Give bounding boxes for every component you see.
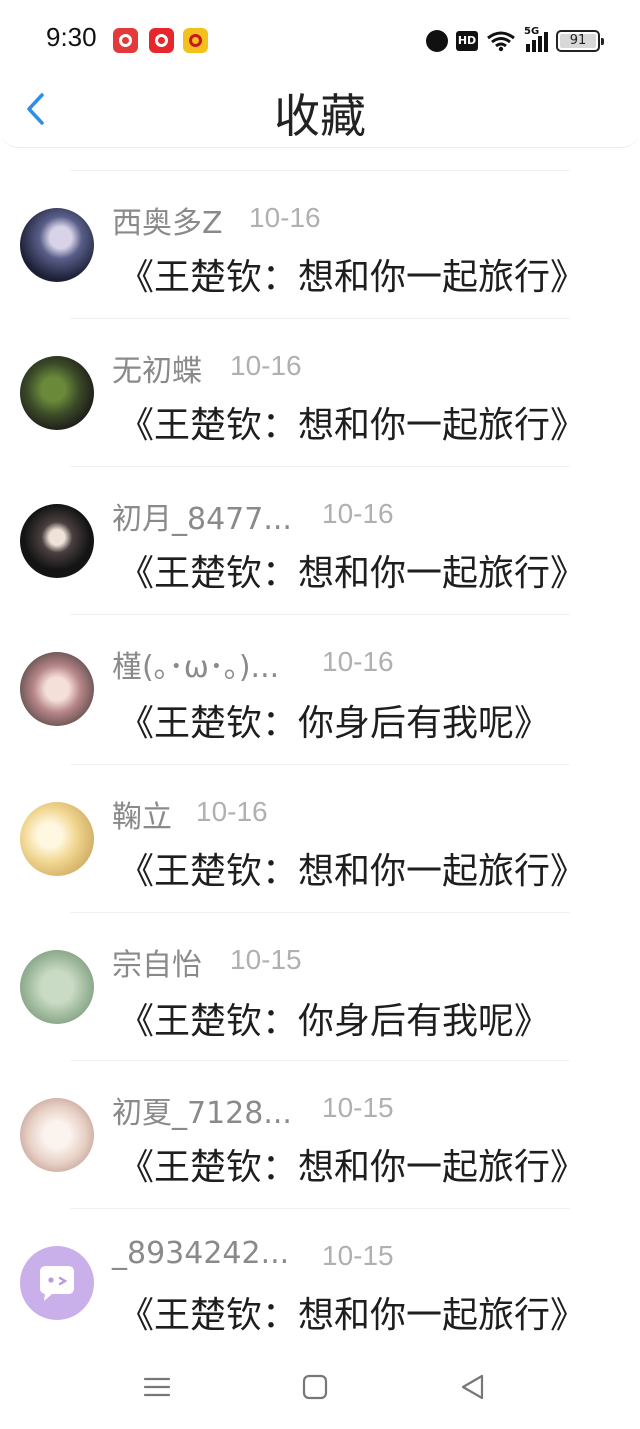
post-date: 10-16 bbox=[322, 646, 394, 677]
status-icons: HD 5G 91 bbox=[426, 26, 604, 54]
triangle-back-icon bbox=[461, 1374, 484, 1400]
list-item[interactable]: 初月_8477... 10-16 《王楚钦：想和你一起旅行》 bbox=[0, 466, 640, 614]
status-time: 9:30 bbox=[46, 22, 97, 52]
list-item[interactable]: 无初蝶 10-16 《王楚钦：想和你一起旅行》 bbox=[0, 318, 640, 466]
avatar[interactable] bbox=[20, 208, 94, 282]
list-item[interactable]: 西奥多Z 10-16 《王楚钦：想和你一起旅行》 bbox=[0, 170, 640, 318]
user-name[interactable]: 槿(｡･ω･｡)... bbox=[112, 642, 279, 686]
post-date: 10-16 bbox=[196, 796, 268, 827]
divider bbox=[70, 912, 570, 913]
divider bbox=[70, 466, 570, 467]
avatar[interactable] bbox=[20, 504, 94, 578]
post-date: 10-16 bbox=[322, 498, 394, 529]
divider bbox=[70, 170, 570, 171]
battery-level: 91 bbox=[569, 33, 587, 48]
avatar[interactable] bbox=[20, 652, 94, 726]
back-nav-button[interactable] bbox=[458, 1372, 488, 1402]
chat-bubble-icon bbox=[40, 1266, 74, 1301]
menu-icon bbox=[143, 1377, 171, 1397]
avatar[interactable] bbox=[20, 356, 94, 430]
status-bar: 9:30 HD 5G 91 bbox=[0, 0, 640, 70]
message-text: 《王楚钦：你身后有我呢》 bbox=[118, 1001, 551, 1042]
post-date: 10-15 bbox=[322, 1240, 394, 1271]
hd-icon: HD bbox=[456, 31, 478, 51]
list-item[interactable]: 鞠立 10-16 《王楚钦：想和你一起旅行》 bbox=[0, 764, 640, 912]
menu-button[interactable] bbox=[142, 1372, 172, 1402]
divider bbox=[70, 318, 570, 319]
user-name[interactable]: 初月_8477... bbox=[112, 494, 292, 538]
battery-icon: 91 bbox=[556, 30, 604, 52]
system-nav-bar bbox=[0, 1350, 640, 1429]
message-text: 《王楚钦：想和你一起旅行》 bbox=[118, 405, 587, 446]
home-button[interactable] bbox=[300, 1372, 330, 1402]
signal-5g-icon: 5G bbox=[524, 26, 548, 52]
message-text: 《王楚钦：你身后有我呢》 bbox=[118, 703, 551, 744]
square-icon bbox=[302, 1374, 328, 1400]
list-item[interactable]: _8934242... 10-15 《王楚钦：想和你一起旅行》 bbox=[0, 1208, 640, 1356]
message-text: 《王楚钦：想和你一起旅行》 bbox=[118, 1295, 587, 1336]
user-name[interactable]: 无初蝶 bbox=[112, 346, 202, 390]
message-text: 《王楚钦：想和你一起旅行》 bbox=[118, 257, 587, 298]
divider bbox=[70, 1060, 570, 1061]
alarm-icon bbox=[426, 30, 448, 52]
user-name[interactable]: 西奥多Z bbox=[112, 198, 223, 242]
message-text: 《王楚钦：想和你一起旅行》 bbox=[118, 1147, 587, 1188]
message-text: 《王楚钦：想和你一起旅行》 bbox=[118, 851, 587, 892]
post-date: 10-15 bbox=[230, 944, 302, 975]
wifi-icon bbox=[486, 30, 516, 52]
favorites-list: 西奥多Z 10-16 《王楚钦：想和你一起旅行》 无初蝶 10-16 《王楚钦：… bbox=[0, 148, 640, 1348]
post-date: 10-15 bbox=[322, 1092, 394, 1123]
user-name[interactable]: 初夏_7128... bbox=[112, 1088, 292, 1132]
list-item[interactable]: 初夏_7128... 10-15 《王楚钦：想和你一起旅行》 bbox=[0, 1060, 640, 1208]
avatar[interactable] bbox=[20, 1246, 94, 1320]
screen: 9:30 HD 5G 91 收藏 西奥多Z 10-16 《王楚钦：想和你一起旅行… bbox=[0, 0, 640, 1429]
list-item[interactable]: 槿(｡･ω･｡)... 10-16 《王楚钦：你身后有我呢》 bbox=[0, 614, 640, 762]
user-name[interactable]: 鞠立 bbox=[112, 792, 172, 836]
user-name[interactable]: 宗自怡 bbox=[112, 940, 202, 984]
netease-music-icon bbox=[149, 28, 174, 53]
post-date: 10-16 bbox=[230, 350, 302, 381]
weibo-icon bbox=[183, 28, 208, 53]
avatar[interactable] bbox=[20, 802, 94, 876]
heart-app-icon bbox=[113, 28, 138, 53]
divider bbox=[70, 614, 570, 615]
user-name[interactable]: _8934242... bbox=[112, 1236, 289, 1271]
avatar[interactable] bbox=[20, 950, 94, 1024]
header: 收藏 bbox=[0, 70, 640, 148]
post-date: 10-16 bbox=[249, 202, 321, 233]
message-text: 《王楚钦：想和你一起旅行》 bbox=[118, 553, 587, 594]
divider bbox=[70, 764, 570, 765]
list-item[interactable]: 宗自怡 10-15 《王楚钦：你身后有我呢》 bbox=[0, 912, 640, 1060]
divider bbox=[70, 1208, 570, 1209]
avatar[interactable] bbox=[20, 1098, 94, 1172]
page-title: 收藏 bbox=[274, 89, 366, 143]
